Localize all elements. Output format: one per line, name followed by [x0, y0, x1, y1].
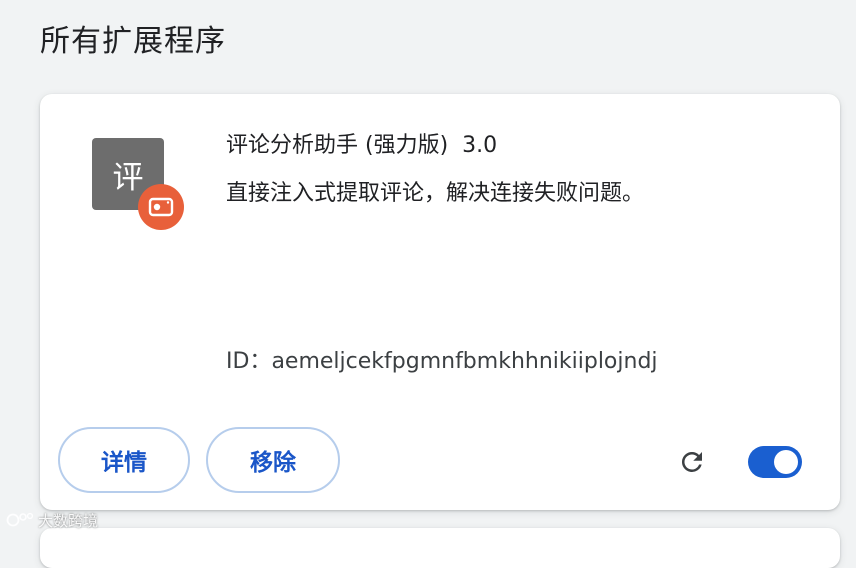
toggle-knob	[774, 450, 798, 474]
extension-badge-icon	[138, 184, 184, 230]
extension-description: 直接注入式提取评论，解决连接失败问题。	[226, 181, 645, 206]
watermark-text: 大数跨境	[38, 511, 99, 530]
extension-card: 评 评论分析助手 (强力版) 3.0 直接注入式提取评论，解决连接失败问题。 ID…	[40, 94, 840, 510]
reload-button[interactable]	[674, 444, 710, 480]
reload-icon	[681, 451, 702, 472]
extension-id-value: aemeljcekfpgmnfbmkhhnikiiplojndj	[271, 349, 658, 374]
camera-icon	[148, 197, 174, 217]
remove-button[interactable]: 移除	[206, 427, 340, 493]
extension-id-row: ID：aemeljcekfpgmnfbmkhhnikiiplojndj	[226, 346, 658, 378]
extension-id-label: ID：	[226, 349, 272, 374]
next-extension-card	[40, 528, 840, 568]
extension-name: 评论分析助手 (强力版)	[226, 133, 449, 158]
details-button[interactable]: 详情	[58, 427, 190, 493]
enable-toggle[interactable]	[748, 446, 802, 478]
page-title: 所有扩展程序	[40, 24, 226, 59]
extension-version: 3.0	[462, 133, 498, 158]
watermark-logo-icon	[6, 512, 34, 527]
extension-title-row: 评论分析助手 (强力版) 3.0	[226, 130, 497, 162]
watermark: 大数跨境	[6, 508, 98, 532]
